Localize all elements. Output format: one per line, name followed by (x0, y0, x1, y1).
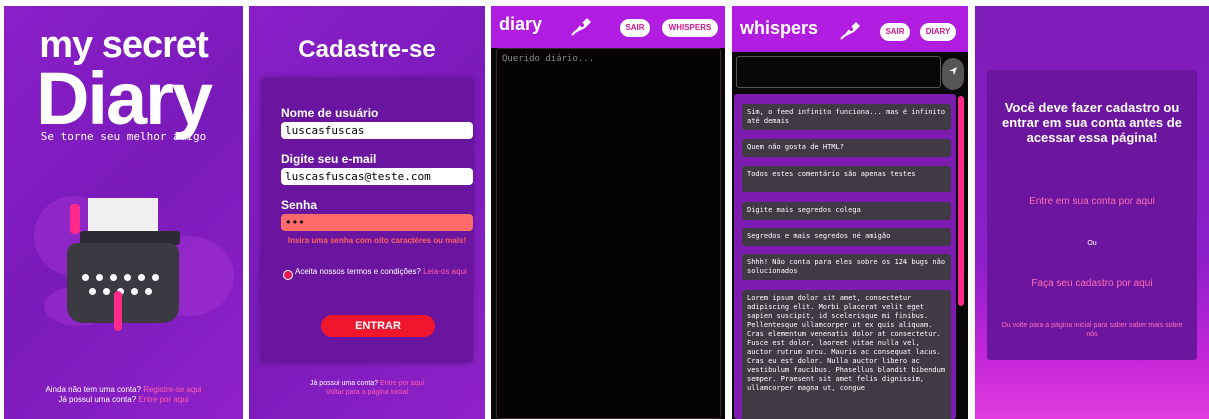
send-button[interactable] (942, 58, 964, 90)
scrollbar[interactable] (958, 96, 964, 306)
whispers-feed[interactable]: Sim, o feed infinito funciona... mas é i… (734, 94, 956, 419)
whisper-input[interactable] (736, 56, 941, 88)
whispers-screen: whispers SAIR DIARY Sim, o feed infinito… (732, 6, 968, 419)
or-text: Ou (1087, 240, 1097, 247)
access-required-screen: Você deve fazer cadastro ou entrar em su… (975, 6, 1209, 419)
diary-textarea[interactable]: Querido diário... (496, 48, 721, 419)
login-link[interactable]: Entre por aqui (138, 395, 188, 404)
password-label: Senha (281, 198, 318, 212)
diary-button[interactable]: DIARY (920, 23, 956, 41)
terms-text: Aceita nossos termos e condições? Leia-o… (295, 267, 467, 276)
logout-button[interactable]: SAIR (880, 23, 910, 41)
diary-placeholder: Querido diário... (502, 54, 595, 64)
list-item: Shhh! Não conta para eles sobre os 124 b… (742, 254, 951, 280)
list-item: Quem não gosta de HTML? (742, 139, 951, 157)
pen-nib-icon (840, 22, 860, 40)
landing-screen: my secret Diary Se torne seu melhor amig… (4, 6, 243, 419)
top-bar: whispers SAIR DIARY (732, 6, 968, 52)
access-card: Você deve fazer cadastro ou entrar em su… (987, 70, 1197, 360)
password-error: Insira uma senha com oito caractéres ou … (287, 236, 467, 245)
terms-checkbox[interactable] (283, 270, 293, 280)
list-item: Lorem ipsum dolor sit amet, consectetur … (742, 290, 951, 419)
submit-button[interactable]: ENTRAR (321, 315, 435, 337)
landing-footer: Ainda não tem uma conta? Registre-se aqu… (45, 385, 202, 404)
logout-button[interactable]: SAIR (620, 19, 650, 37)
list-item: Todos estes comentário são apenas testes (742, 166, 951, 192)
list-item: Digite mais segredos colega (742, 202, 951, 220)
login-link[interactable]: Entre por aqui (380, 380, 424, 387)
register-link[interactable]: Faça seu cadastro por aqui (987, 278, 1197, 289)
signup-screen: Cadastre-se Nome de usuário luscasfuscas… (249, 6, 485, 419)
username-field[interactable]: luscasfuscas (281, 122, 473, 139)
home-link[interactable]: Ou volte para a página inicial para sabe… (997, 321, 1187, 339)
login-link[interactable]: Entre em sua conta por aqui (987, 196, 1197, 207)
password-field[interactable]: ••• (281, 214, 473, 231)
top-bar: diary SAIR WHISPERS (491, 6, 725, 48)
person-figure (114, 291, 122, 331)
register-link[interactable]: Registre-se aqui (143, 385, 201, 394)
page-title: whispers (740, 18, 819, 38)
access-message: Você deve fazer cadastro ou entrar em su… (1002, 100, 1182, 145)
app-title-line2: Diary (35, 57, 213, 140)
home-link[interactable]: Voltar para a página inicial (249, 388, 485, 397)
whispers-button[interactable]: WHISPERS (662, 19, 718, 37)
pen-nib-icon (571, 18, 591, 36)
page-title: diary (499, 14, 543, 34)
diary-screen: diary SAIR WHISPERS Querido diário... (491, 6, 725, 419)
send-arrow-icon (949, 67, 957, 75)
username-label: Nome de usuário (281, 106, 379, 120)
signup-footer: Já possui uma conta? Entre por aqui Volt… (249, 379, 485, 397)
app-subtitle: Se torne seu melhor amigo (40, 130, 207, 143)
page-title: Cadastre-se (298, 36, 436, 63)
signup-form: Nome de usuário luscasfuscas Digite seu … (261, 78, 473, 363)
email-label: Digite seu e-mail (281, 152, 377, 166)
person-figure (70, 204, 80, 234)
terms-link[interactable]: Leia-os aqui (423, 267, 467, 276)
list-item: Sim, o feed infinito funciona... mas é i… (742, 104, 951, 130)
list-item: Segredos e mais segredos né amigão (742, 228, 951, 246)
email-field[interactable]: luscasfuscas@teste.com (281, 168, 473, 185)
